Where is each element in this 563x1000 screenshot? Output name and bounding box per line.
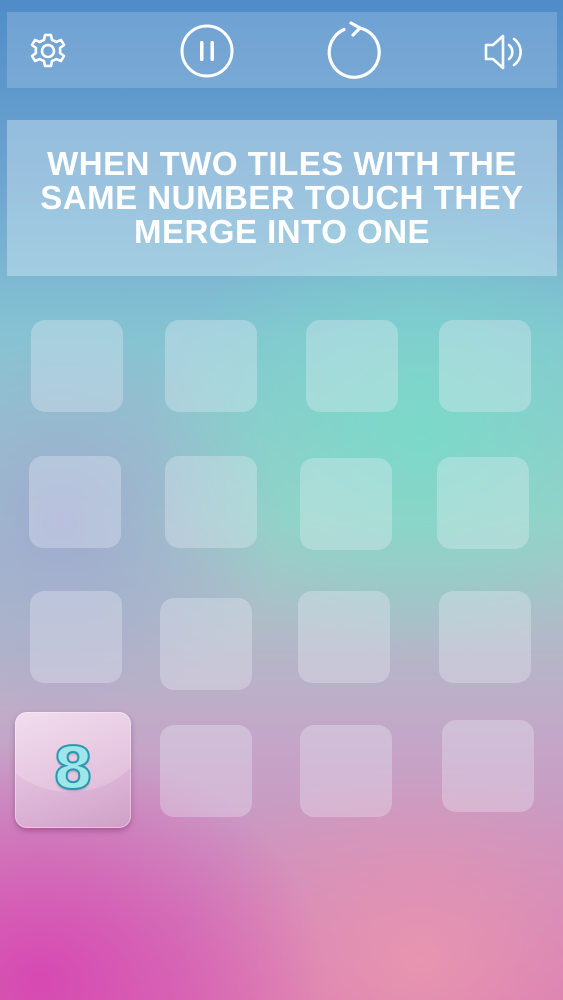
pause-button[interactable] — [179, 23, 235, 79]
gear-icon — [30, 33, 66, 68]
number-tile[interactable]: 8 — [15, 712, 131, 828]
board-cell[interactable] — [165, 456, 257, 548]
pause-icon — [180, 24, 234, 78]
settings-button[interactable] — [25, 28, 71, 74]
hint-text: WHEN TWO TILES WITH THE SAME NUMBER TOUC… — [40, 145, 524, 250]
board-cell[interactable] — [160, 725, 252, 817]
board-cell[interactable] — [442, 720, 534, 812]
board-cell[interactable] — [437, 457, 529, 549]
board-cell[interactable] — [160, 598, 252, 690]
board-cell[interactable] — [300, 458, 392, 550]
game-screen: WHEN TWO TILES WITH THE SAME NUMBER TOUC… — [0, 0, 563, 1000]
tile-value: 8 — [52, 733, 94, 803]
board-cell[interactable] — [29, 456, 121, 548]
restart-button[interactable] — [324, 21, 384, 81]
board-cell[interactable] — [300, 725, 392, 817]
board-cell[interactable] — [298, 591, 390, 683]
sound-toggle-button[interactable] — [481, 30, 527, 74]
board-cell[interactable] — [439, 591, 531, 683]
board-cell[interactable] — [439, 320, 531, 412]
restart-icon — [327, 21, 381, 79]
top-toolbar — [7, 12, 557, 88]
board-cell[interactable] — [306, 320, 398, 412]
board-cell[interactable] — [165, 320, 257, 412]
speaker-icon — [484, 34, 522, 70]
board-cell[interactable] — [31, 320, 123, 412]
board-cell[interactable] — [30, 591, 122, 683]
hint-banner: WHEN TWO TILES WITH THE SAME NUMBER TOUC… — [7, 120, 557, 276]
